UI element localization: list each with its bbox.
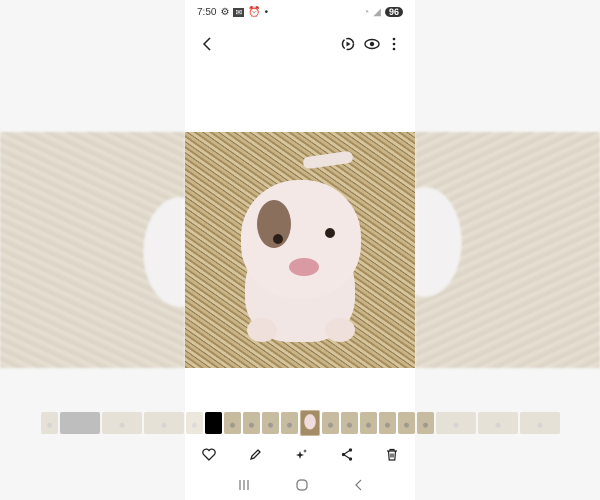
thumbnail[interactable] (223, 412, 241, 434)
thumbnail[interactable] (185, 412, 203, 434)
thumbnail[interactable] (477, 412, 518, 434)
alarm-icon: ⏰ (248, 6, 261, 18)
notification-icon: ⚙ (220, 6, 230, 18)
thumbnail[interactable] (143, 412, 184, 434)
thumbnail[interactable] (416, 412, 434, 434)
puppy-photo[interactable] (185, 132, 415, 368)
thumbnail[interactable] (340, 412, 358, 434)
thumbnail[interactable] (321, 412, 339, 434)
thumbnail[interactable] (435, 412, 476, 434)
status-time: 7:50 (197, 6, 217, 18)
thumbnail[interactable] (204, 412, 222, 434)
thumbnail-selected[interactable] (299, 410, 320, 436)
more-icon[interactable] (387, 35, 401, 53)
battery-indicator: 96 (384, 7, 403, 17)
heart-icon[interactable] (201, 444, 216, 464)
recents-icon[interactable] (238, 476, 250, 494)
motion-photo-icon[interactable] (339, 35, 357, 53)
action-bar (185, 444, 415, 464)
dot-icon: • (264, 6, 269, 18)
thumbnail[interactable] (59, 412, 100, 434)
back-icon[interactable] (354, 476, 362, 494)
wifi-icon: ◔ (363, 6, 370, 18)
edit-pencil-icon[interactable] (249, 444, 262, 464)
thumbnail[interactable] (40, 412, 58, 434)
thumbnail[interactable] (378, 412, 396, 434)
thumbnail[interactable] (101, 412, 142, 434)
system-nav-bar (185, 476, 415, 494)
share-icon[interactable] (341, 444, 353, 464)
status-bar: 7:50 ⚙ ✉ ⏰ • ◔ ◢ 96 (197, 4, 403, 20)
back-icon[interactable] (199, 32, 215, 56)
thumbnail[interactable] (519, 412, 560, 434)
delete-icon[interactable] (386, 444, 398, 464)
mail-icon: ✉ (233, 7, 245, 17)
top-bar (185, 32, 415, 56)
thumbnail[interactable] (242, 412, 260, 434)
thumbnail[interactable] (280, 412, 298, 434)
thumbnail[interactable] (359, 412, 377, 434)
thumbnail[interactable] (261, 412, 279, 434)
sparkle-icon[interactable] (295, 444, 308, 464)
thumbnail[interactable] (397, 412, 415, 434)
filmstrip (0, 410, 600, 436)
eye-icon[interactable] (363, 35, 381, 53)
home-icon[interactable] (296, 476, 308, 494)
signal-icon: ◢ (373, 6, 381, 18)
